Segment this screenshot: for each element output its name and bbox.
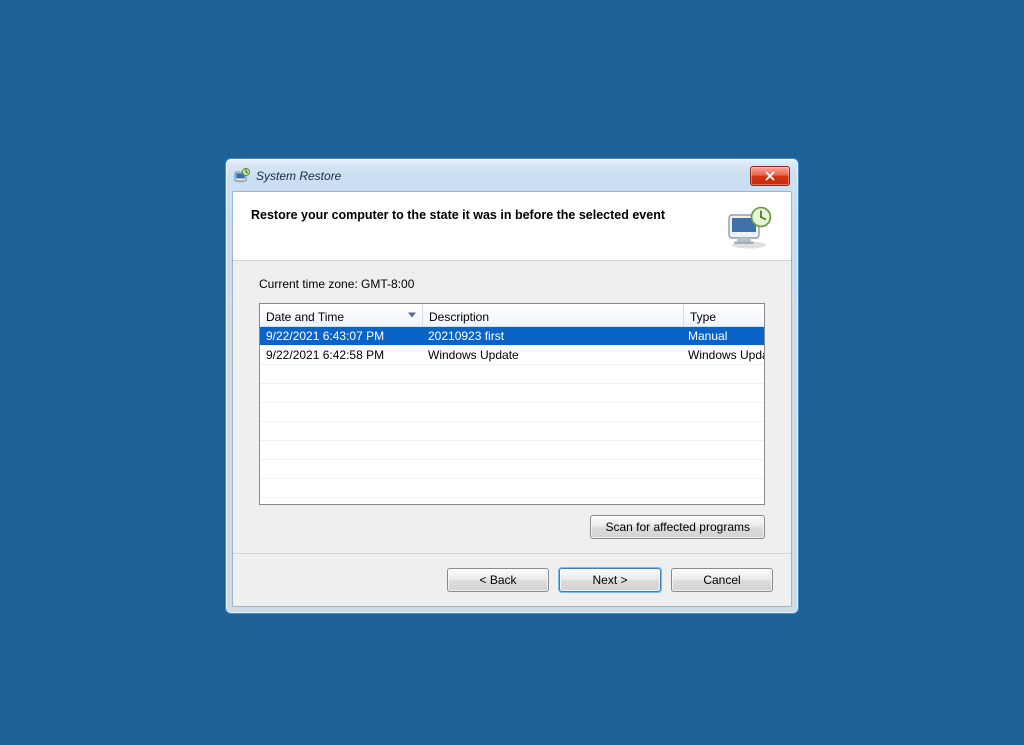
cell-datetime: 9/22/2021 6:42:58 PM [260,348,422,362]
col-header-label: Date and Time [266,310,344,324]
cell-type: Windows Update [682,348,764,362]
table-body: 9/22/2021 6:43:07 PM20210923 firstManual… [260,327,764,504]
cell-type: Manual [682,329,764,343]
table-header-row: Date and Time Description Type [260,304,764,327]
col-header-type[interactable]: Type [684,304,764,326]
scan-row: Scan for affected programs [259,505,765,545]
cancel-button[interactable]: Cancel [671,568,773,592]
page-heading: Restore your computer to the state it wa… [251,206,715,222]
next-button[interactable]: Next > [559,568,661,592]
titlebar: System Restore [232,165,792,191]
scan-affected-programs-button[interactable]: Scan for affected programs [590,515,765,539]
table-row-empty [260,422,764,441]
system-restore-dialog: System Restore Restore your computer to … [225,158,799,614]
table-row-empty [260,460,764,479]
table-row-empty [260,403,764,422]
table-row-empty [260,384,764,403]
table-row-empty [260,498,764,504]
col-header-label: Description [429,310,489,324]
restore-monitor-clock-icon [725,206,773,250]
banner: Restore your computer to the state it wa… [233,192,791,260]
table-row[interactable]: 9/22/2021 6:42:58 PMWindows UpdateWindow… [260,346,764,365]
col-header-description[interactable]: Description [423,304,684,326]
client-area: Restore your computer to the state it wa… [232,191,792,607]
close-button[interactable] [750,166,790,186]
cell-description: 20210923 first [422,329,682,343]
restore-points-table[interactable]: Date and Time Description Type 9/22/2021… [259,303,765,505]
sort-descending-icon [408,313,416,318]
system-restore-icon [234,168,250,184]
col-header-label: Type [690,310,716,324]
close-icon [765,171,775,181]
table-row-empty [260,365,764,384]
window-title: System Restore [256,169,341,183]
table-row[interactable]: 9/22/2021 6:43:07 PM20210923 firstManual [260,327,764,346]
back-button[interactable]: < Back [447,568,549,592]
col-header-datetime[interactable]: Date and Time [260,304,423,326]
timezone-label: Current time zone: GMT-8:00 [259,277,765,291]
table-row-empty [260,479,764,498]
cell-datetime: 9/22/2021 6:43:07 PM [260,329,422,343]
table-row-empty [260,441,764,460]
content-body: Current time zone: GMT-8:00 Date and Tim… [233,261,791,553]
cell-description: Windows Update [422,348,682,362]
wizard-footer: < Back Next > Cancel [233,554,791,606]
